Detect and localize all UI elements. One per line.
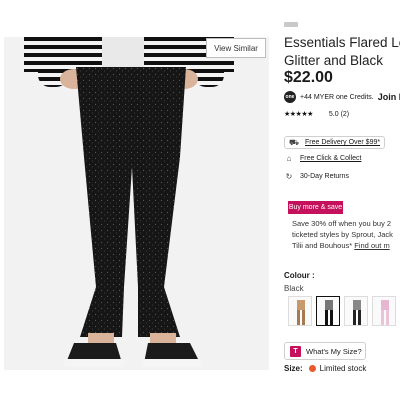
myer-one-icon: one [284,91,296,103]
colour-swatch[interactable] [288,296,312,326]
whats-my-size-button[interactable]: T What's My Size? [284,342,366,360]
swatch-thumbnail [381,300,389,325]
swatch-thumbnail [297,300,305,325]
product-price: $22.00 [284,69,333,86]
promo-line-1: Save 30% off when you buy 2 [292,219,392,228]
truck-icon: ⛟ [289,137,300,147]
size-guide-icon: T [290,345,301,357]
colour-swatch-selected[interactable] [316,296,340,326]
colour-label: Colour : [284,271,315,280]
size-row: Size: Limited stock [284,364,366,373]
swatch-thumbnail [353,300,361,325]
whats-my-size-label: What's My Size? [306,346,362,356]
click-collect-row[interactable]: ⌂ Free Click & Collect [284,154,362,163]
promo-line-2: ticketed styles by Sprout, Jack [292,230,393,239]
size-label: Size: [284,364,303,373]
view-similar-button[interactable]: View Similar [206,38,266,58]
rating-value: 5.0 (2) [328,110,350,118]
promo-line-3: Tilii and Bouhous* Find out m [292,241,390,250]
join-link[interactable]: Join N [378,92,400,102]
product-info-panel: Essentials Flared Leggings in Glitter an… [284,0,400,400]
colour-swatch[interactable] [372,296,396,326]
free-delivery-link[interactable]: Free Delivery Over $99* [305,139,380,146]
return-icon: ↻ [285,172,293,181]
store-icon: ⌂ [286,154,292,163]
stock-status: Limited stock [319,364,367,373]
returns-label: 30-Day Returns [300,173,350,180]
promo-line-3-text: Tilii and Bouhous* [292,241,355,250]
swatch-thumbnail [325,300,333,325]
free-delivery-row[interactable]: ⛟ Free Delivery Over $99* [284,136,386,149]
stock-status-icon [308,365,316,372]
product-image[interactable] [4,37,269,370]
product-title: Essentials Flared Leggings in Glitter an… [284,35,400,68]
product-photo [4,37,269,370]
brand-logo[interactable] [284,22,298,27]
credits-row: one +44 MYER one Credits. Join N [284,91,400,103]
click-collect-link[interactable]: Free Click & Collect [300,155,361,162]
find-out-more-link[interactable]: Find out m [354,241,389,250]
star-rating-icon: ★★★★★ [284,111,313,118]
credits-text: +44 MYER one Credits. [300,93,374,101]
buy-more-save-badge[interactable]: Buy more & save [288,201,343,214]
colour-value: Black [284,284,304,293]
colour-swatch[interactable] [344,296,368,326]
rating-row[interactable]: ★★★★★ 5.0 (2) [284,110,350,119]
returns-row: ↻ 30-Day Returns [284,172,349,181]
